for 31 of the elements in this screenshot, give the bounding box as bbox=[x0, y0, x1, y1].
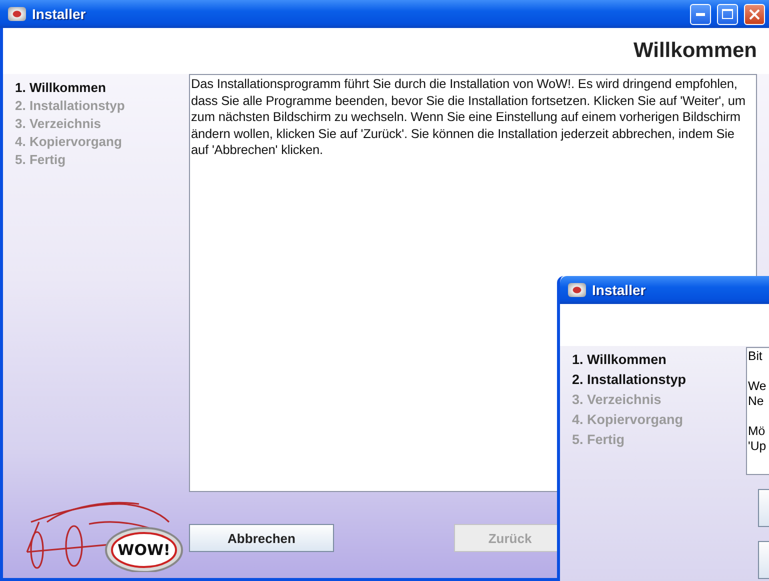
text-line: 'Up bbox=[748, 439, 768, 454]
step-label: 1. Willkommen bbox=[572, 352, 668, 367]
step-label: 5. Fertig bbox=[15, 152, 67, 167]
text-line: We bbox=[748, 379, 768, 394]
maximize-icon bbox=[722, 9, 733, 19]
description-text: Das Installationsprogramm führt Sie durch die Installation von WoW!. Es wird dringend empfohlen, dass Sie alle Programme beenden, bevor Sie die Installation fortsetzen. Klicken Sie auf 'Weiter', um zum nächsten Bildschirm zu wechseln. Wenn Sie eine Einstellung auf einem vorherigen Bildschirm ändern wollen, klicken Sie auf 'Zurück'. Sie können die Installation jederzeit abbrechen, indem Sie auf 'Abbrechen' klicken. bbox=[191, 76, 746, 159]
close-button[interactable] bbox=[744, 4, 765, 24]
window-title: Installer bbox=[592, 282, 647, 298]
window-title: Installer bbox=[32, 6, 87, 22]
car-logo-drawing: WOW! bbox=[19, 492, 184, 572]
maximize-button[interactable] bbox=[717, 4, 738, 24]
minimize-button[interactable] bbox=[690, 4, 711, 24]
step-label: 3. Verzeichnis bbox=[572, 392, 662, 407]
step-label: 5. Fertig bbox=[572, 432, 626, 447]
close-icon bbox=[749, 8, 760, 20]
step-label: 3. Verzeichnis bbox=[15, 116, 102, 131]
page-title: Willkommen bbox=[634, 39, 757, 63]
step-label: 4. Kopiervorgang bbox=[572, 412, 684, 427]
app-icon bbox=[568, 283, 586, 297]
minimize-icon bbox=[696, 12, 705, 16]
step-label: 2. Installationstyp bbox=[15, 98, 126, 113]
step-label: 2. Installationstyp bbox=[572, 372, 688, 387]
button[interactable] bbox=[758, 541, 769, 579]
wizard-button[interactable]: Abbrechen bbox=[189, 524, 334, 552]
text-line: Mö bbox=[748, 424, 766, 439]
app-icon bbox=[8, 7, 26, 21]
button[interactable] bbox=[758, 489, 769, 527]
step-label: 1. Willkommen bbox=[15, 80, 107, 95]
text-line: Ne bbox=[748, 394, 765, 409]
text-line: Bit bbox=[748, 349, 764, 364]
step-label: 4. Kopiervorgang bbox=[15, 134, 123, 149]
